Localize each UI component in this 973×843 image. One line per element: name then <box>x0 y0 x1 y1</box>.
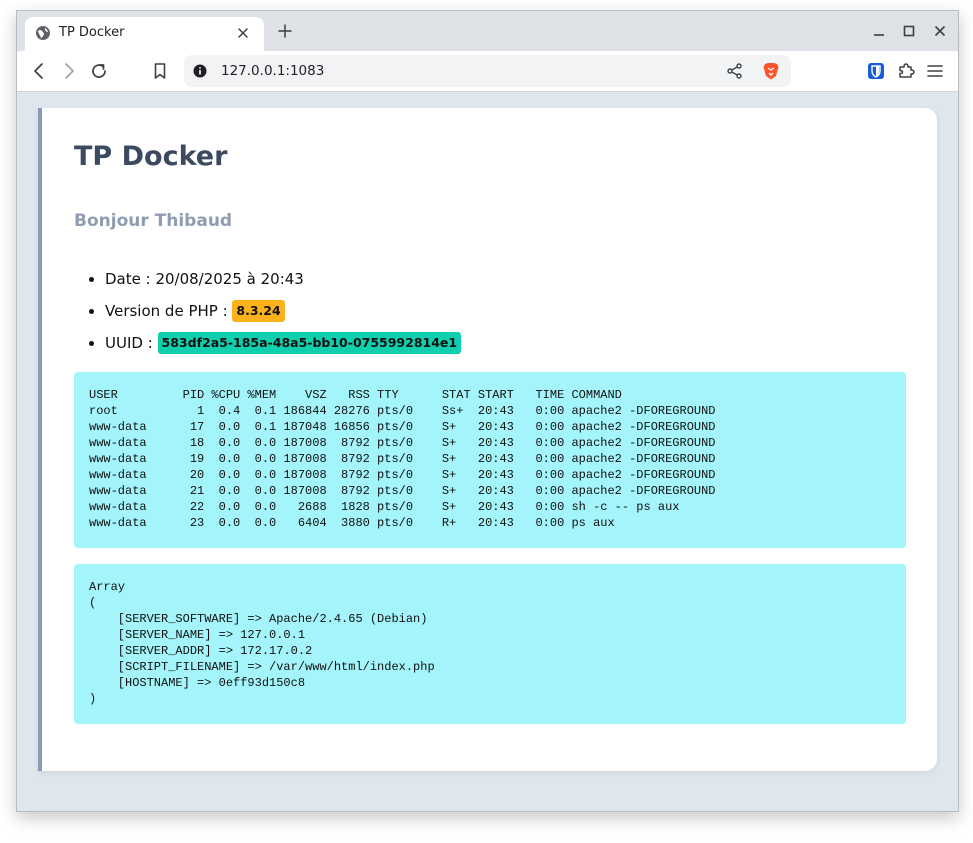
browser-toolbar: 127.0.0.1:1083 <box>17 51 958 92</box>
tab-tp-docker[interactable]: TP Docker <box>25 17 264 51</box>
page-title: TP Docker <box>74 141 228 172</box>
browser-window: TP Docker 127.0.0.1:1083 TP Docker Bonjo… <box>16 10 959 812</box>
puzzle-icon[interactable] <box>896 61 916 81</box>
php-version-label: Version de PHP : <box>105 302 233 320</box>
tab-strip: TP Docker <box>17 11 958 51</box>
address-bar[interactable]: 127.0.0.1:1083 <box>184 55 791 87</box>
list-item-date: Date : 20/08/2025 à 20:43 <box>105 266 461 298</box>
arrow-left-icon[interactable] <box>29 61 49 81</box>
date-text: Date : 20/08/2025 à 20:43 <box>105 270 304 288</box>
bookmark-icon[interactable] <box>150 61 170 81</box>
reload-icon[interactable] <box>89 61 109 81</box>
list-item-uuid: UUID : 583df2a5-185a-48a5-bb10-075599281… <box>105 330 462 362</box>
plus-icon[interactable] <box>276 22 294 40</box>
content-card: TP Docker Bonjour Thibaud Date : 20/08/2… <box>38 108 937 771</box>
close-icon[interactable] <box>235 25 251 41</box>
url-text: 127.0.0.1:1083 <box>221 63 325 79</box>
info-icon[interactable] <box>193 64 207 78</box>
minimize-icon[interactable] <box>870 22 888 40</box>
globe-icon <box>36 26 50 40</box>
bitwarden-shield-icon[interactable] <box>866 61 886 81</box>
server-info-output: Array ( [SERVER_SOFTWARE] => Apache/2.4.… <box>74 564 906 724</box>
maximize-icon[interactable] <box>900 22 918 40</box>
uuid-label: UUID : <box>105 334 158 352</box>
info-list: Date : 20/08/2025 à 20:43 Version de PHP… <box>74 266 462 362</box>
brave-lion-icon[interactable] <box>761 61 781 81</box>
page-viewport: TP Docker Bonjour Thibaud Date : 20/08/2… <box>17 92 958 811</box>
list-item-php-version: Version de PHP : 8.3.24 <box>105 298 461 330</box>
uuid-badge: 583df2a5-185a-48a5-bb10-0755992814e1 <box>157 332 462 354</box>
greeting-heading: Bonjour Thibaud <box>74 211 233 231</box>
php-version-badge: 8.3.24 <box>232 300 285 322</box>
hamburger-menu-icon[interactable] <box>925 61 945 81</box>
close-window-icon[interactable] <box>931 22 949 40</box>
tab-title: TP Docker <box>59 25 125 40</box>
ps-aux-output: USER PID %CPU %MEM VSZ RSS TTY STAT STAR… <box>74 372 906 548</box>
arrow-right-icon[interactable] <box>59 61 79 81</box>
share-icon[interactable] <box>726 62 744 80</box>
